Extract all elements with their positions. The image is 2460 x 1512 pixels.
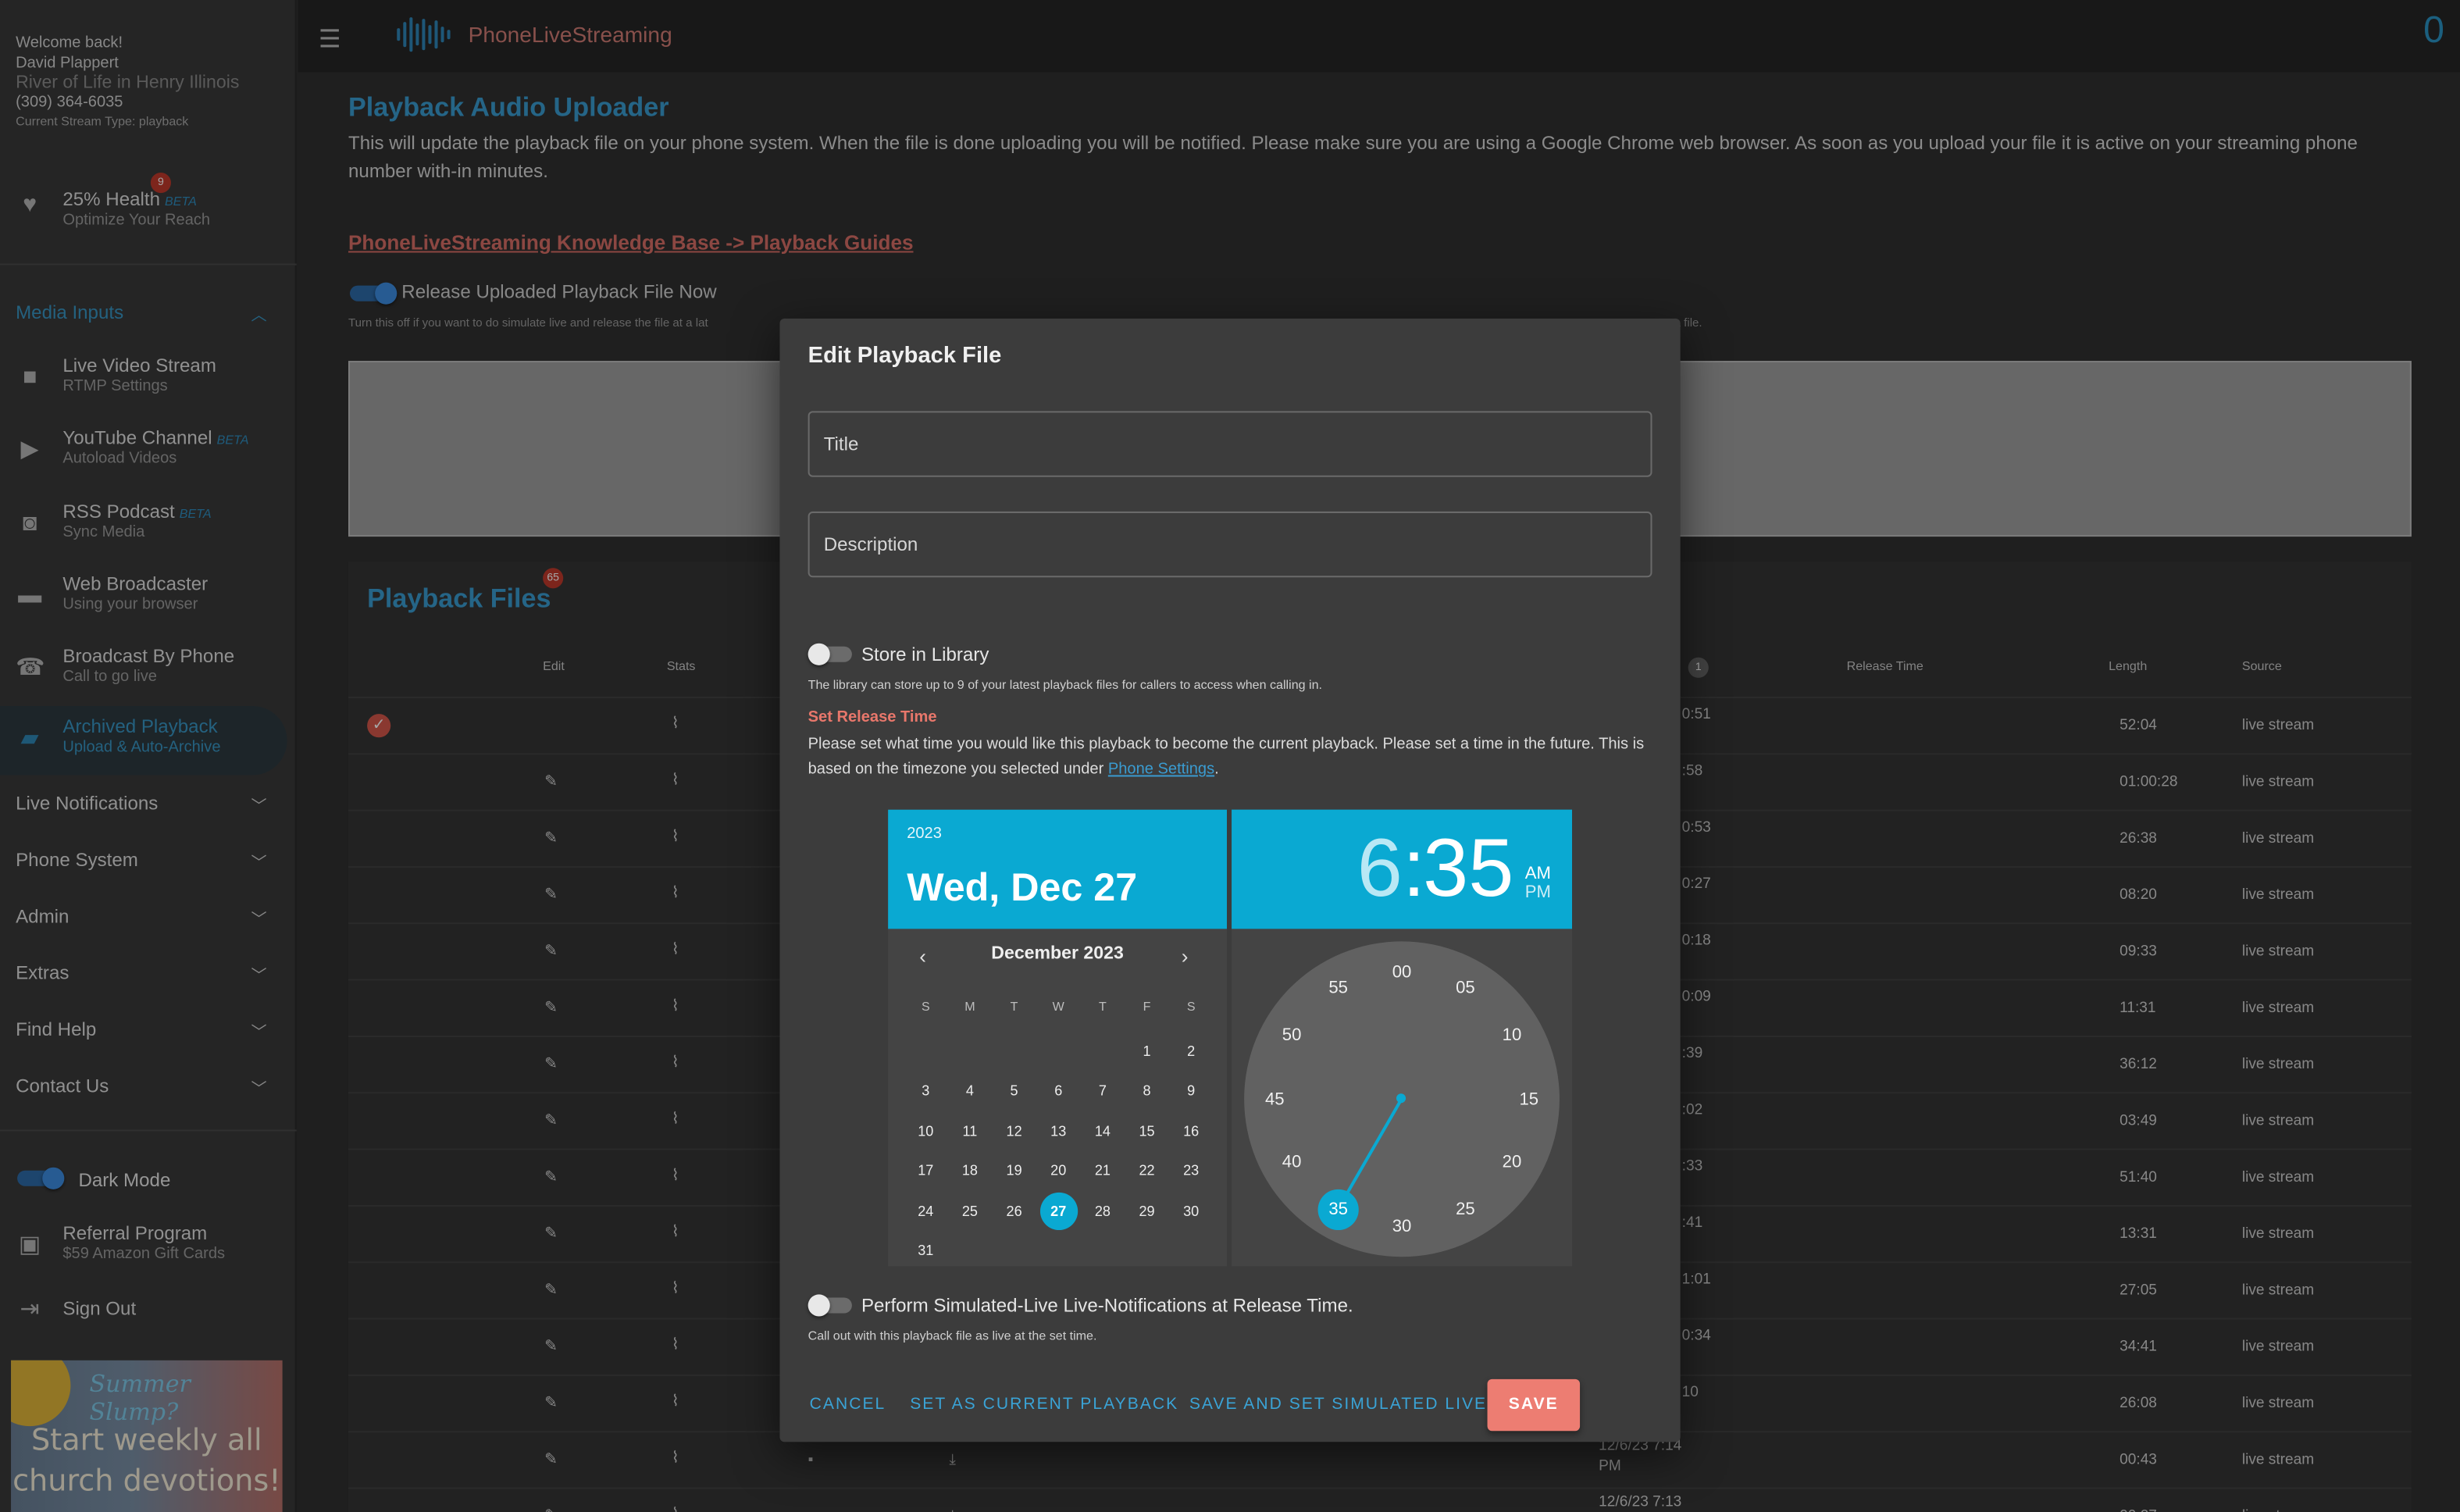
period: . xyxy=(1214,761,1219,779)
month-label: December 2023 xyxy=(991,944,1124,964)
calendar-day[interactable]: 10 xyxy=(907,1112,944,1150)
clock-number[interactable]: 00 xyxy=(1382,951,1422,992)
clock-number[interactable]: 50 xyxy=(1271,1015,1312,1056)
calendar-day[interactable]: 4 xyxy=(951,1072,989,1110)
calendar-day[interactable]: 24 xyxy=(907,1192,944,1229)
save-simulated-live-button[interactable]: SAVE AND SET SIMULATED LIVE xyxy=(1189,1395,1487,1414)
calendar-day[interactable]: 15 xyxy=(1128,1112,1165,1150)
store-library-label: Store in Library xyxy=(861,643,989,665)
selected-date[interactable]: Wed, Dec 27 xyxy=(907,866,1137,911)
selected-day[interactable]: 27 xyxy=(1039,1192,1078,1230)
clock-number[interactable]: 10 xyxy=(1492,1015,1532,1056)
chevron-left-icon[interactable]: ‹ xyxy=(919,944,926,968)
clock-number[interactable]: 05 xyxy=(1445,968,1485,1009)
calendar-day[interactable]: 9 xyxy=(1172,1072,1210,1110)
calendar-day[interactable]: 18 xyxy=(951,1152,989,1189)
weekday-header: W xyxy=(1052,999,1064,1014)
time-picker: 6 : 35 AM PM 00 05 10 15 20 25 30 35 40 45 50 55 xyxy=(1232,809,1573,1267)
chevron-right-icon[interactable]: › xyxy=(1182,944,1189,968)
calendar-day[interactable]: 17 xyxy=(907,1152,944,1189)
calendar-day[interactable]: 21 xyxy=(1084,1152,1121,1189)
calendar-day[interactable]: 3 xyxy=(907,1072,944,1110)
hour-display[interactable]: 6 xyxy=(1357,822,1403,917)
selected-year[interactable]: 2023 xyxy=(907,826,942,843)
date-picker: 2023 Wed, Dec 27 December 2023 ‹ › SMTWT… xyxy=(888,809,1228,1267)
simulated-live-label: Perform Simulated-Live Live-Notification… xyxy=(861,1294,1353,1317)
calendar-day[interactable]: 29 xyxy=(1128,1192,1165,1229)
time-picker-header: 6 : 35 AM PM xyxy=(1232,809,1573,929)
clock-number[interactable]: 55 xyxy=(1318,968,1359,1009)
clock-face[interactable]: 00 05 10 15 20 25 30 35 40 45 50 55 xyxy=(1244,941,1560,1257)
clock-number[interactable]: 25 xyxy=(1445,1189,1485,1229)
weekday-header: T xyxy=(1098,999,1107,1014)
calendar-day[interactable]: 11 xyxy=(951,1112,989,1150)
calendar-day[interactable]: 25 xyxy=(951,1192,989,1229)
set-current-playback-button[interactable]: SET AS CURRENT PLAYBACK xyxy=(910,1395,1178,1414)
cancel-button[interactable]: CANCEL xyxy=(810,1395,886,1414)
calendar-day[interactable]: 7 xyxy=(1084,1072,1121,1110)
calendar-day[interactable]: 20 xyxy=(1039,1152,1077,1189)
calendar-day[interactable]: 22 xyxy=(1128,1152,1165,1189)
weekday-header: S xyxy=(921,999,930,1014)
calendar-day[interactable]: 1 xyxy=(1128,1032,1165,1070)
time-colon: : xyxy=(1403,823,1426,915)
store-library-toggle[interactable] xyxy=(808,643,855,665)
calendar-day[interactable]: 6 xyxy=(1039,1072,1077,1110)
calendar-day[interactable]: 23 xyxy=(1172,1152,1210,1189)
minute-display[interactable]: 35 xyxy=(1423,822,1513,917)
simulated-live-toggle[interactable] xyxy=(808,1294,855,1317)
date-picker-header: 2023 Wed, Dec 27 xyxy=(888,809,1228,929)
calendar-day[interactable]: 2 xyxy=(1172,1032,1210,1070)
calendar-day[interactable]: 5 xyxy=(995,1072,1032,1110)
calendar-day[interactable]: 16 xyxy=(1172,1112,1210,1150)
clock-number[interactable]: 15 xyxy=(1509,1079,1549,1119)
pm-toggle[interactable]: PM xyxy=(1525,883,1551,902)
am-toggle[interactable]: AM xyxy=(1525,865,1551,883)
calendar-day[interactable]: 12 xyxy=(995,1112,1032,1150)
description-input[interactable] xyxy=(809,512,1651,576)
release-instructions: Please set what time you would like this… xyxy=(808,733,1663,783)
clock-number[interactable]: 40 xyxy=(1271,1143,1312,1183)
calendar-day[interactable]: 19 xyxy=(995,1152,1032,1189)
release-text: Please set what time you would like this… xyxy=(808,736,1645,779)
dialog-title: Edit Playback File xyxy=(808,343,1002,369)
clock-number[interactable]: 45 xyxy=(1254,1079,1295,1119)
calendar-day[interactable]: 31 xyxy=(907,1232,944,1266)
library-hint: The library can store up to 9 of your la… xyxy=(808,677,1323,692)
save-button[interactable]: SAVE xyxy=(1487,1378,1581,1432)
clock-center xyxy=(1396,1093,1406,1104)
calendar-day[interactable]: 26 xyxy=(995,1192,1032,1229)
phone-settings-link[interactable]: Phone Settings xyxy=(1108,761,1214,778)
simulated-hint: Call out with this playback file as live… xyxy=(808,1328,1097,1343)
set-release-heading: Set Release Time xyxy=(808,709,937,727)
title-field[interactable] xyxy=(808,411,1652,477)
calendar-day[interactable]: 28 xyxy=(1084,1192,1121,1229)
description-field[interactable] xyxy=(808,511,1652,578)
calendar-day[interactable]: 30 xyxy=(1172,1192,1210,1229)
selected-minute[interactable]: 35 xyxy=(1317,1189,1359,1230)
calendar-day[interactable]: 14 xyxy=(1084,1112,1121,1150)
weekday-header: S xyxy=(1186,999,1196,1014)
weekday-header: F xyxy=(1143,999,1151,1014)
clock-number[interactable]: 30 xyxy=(1382,1206,1422,1246)
calendar-day[interactable]: 8 xyxy=(1128,1072,1165,1110)
clock-number[interactable]: 20 xyxy=(1492,1143,1532,1183)
weekday-header: M xyxy=(964,999,975,1014)
calendar-day[interactable]: 13 xyxy=(1039,1112,1077,1150)
title-input[interactable] xyxy=(809,412,1651,476)
weekday-header: T xyxy=(1010,999,1018,1014)
